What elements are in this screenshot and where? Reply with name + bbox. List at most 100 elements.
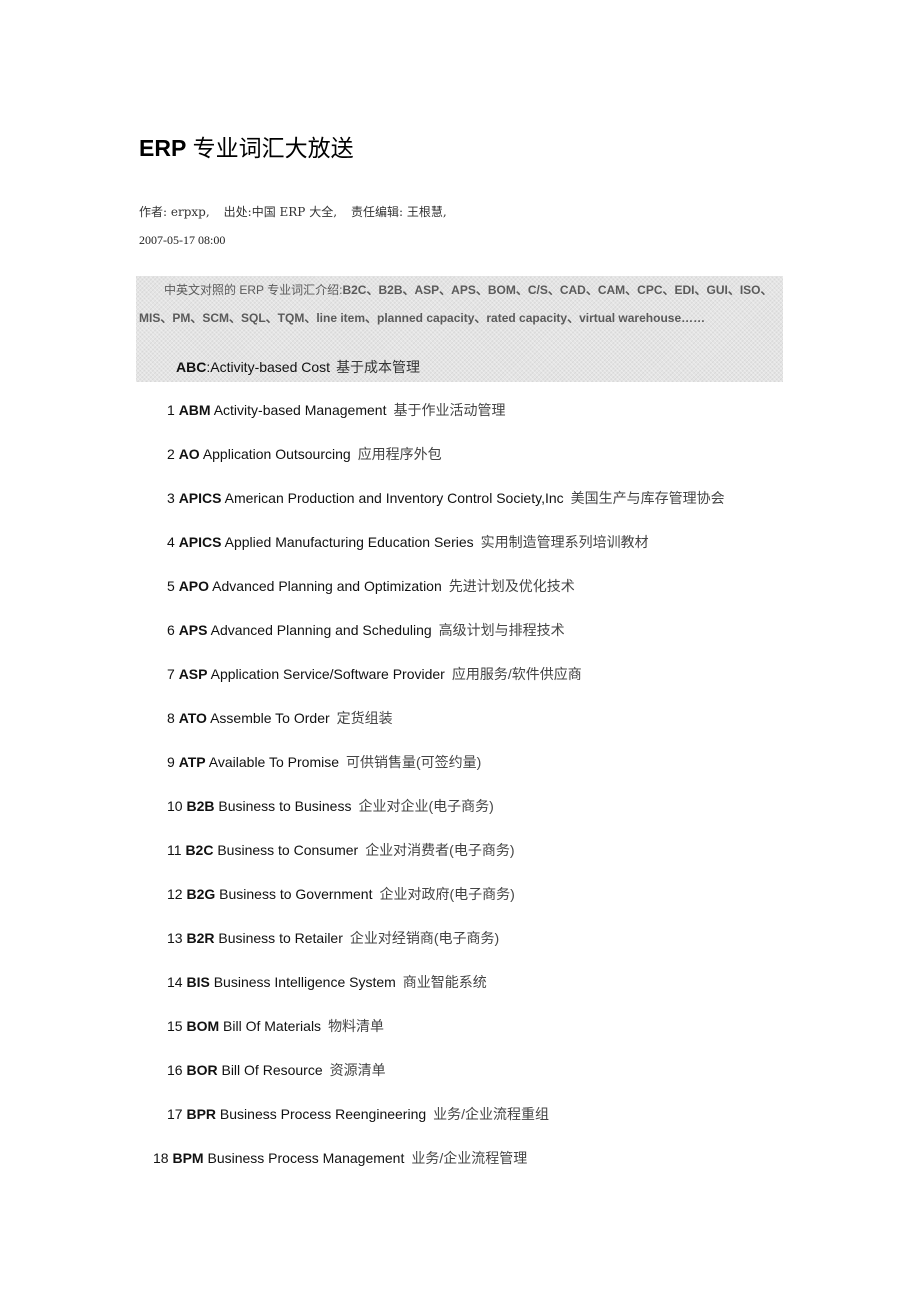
entry-abbr: B2R xyxy=(186,930,215,946)
glossary-entry: 4 APICS Applied Manufacturing Education … xyxy=(167,533,649,551)
entry-number: 4 xyxy=(167,534,175,550)
entry-abbr: ATP xyxy=(178,754,206,770)
glossary-entry: 11 B2C Business to Consumer 企业对消费者(电子商务) xyxy=(167,841,515,859)
entry-zh: 业务/企业流程管理 xyxy=(411,1150,528,1166)
entry-en: Bill Of Resource xyxy=(221,1062,323,1078)
entry-zh: 基于成本管理 xyxy=(336,359,421,375)
entry-number: 6 xyxy=(167,622,175,638)
entry-abbr: BIS xyxy=(186,974,210,990)
entry-zh: 应用程序外包 xyxy=(357,446,442,462)
glossary-entry: 18 BPM Business Process Management 业务/企业流… xyxy=(153,1149,527,1167)
entry-number: 2 xyxy=(167,446,175,462)
intro-lead: 中英文对照的 ERP 专业词汇介绍: xyxy=(164,283,343,297)
entry-zh: 企业对企业(电子商务) xyxy=(358,798,494,814)
entry-zh: 企业对政府(电子商务) xyxy=(379,886,515,902)
entry-en: Available To Promise xyxy=(208,754,339,770)
entry-abbr: ASP xyxy=(178,666,208,682)
entry-en: Applied Manufacturing Education Series xyxy=(224,534,474,550)
title-en: ERP xyxy=(139,135,187,161)
entry-abbr: APICS xyxy=(178,490,222,506)
entry-number: 7 xyxy=(167,666,175,682)
entry-number: 14 xyxy=(167,974,183,990)
entry-abbr: BPM xyxy=(172,1150,204,1166)
glossary-entry: 8 ATO Assemble To Order 定货组装 xyxy=(167,709,393,727)
entry-abbr: B2C xyxy=(185,842,214,858)
entry-zh: 商业智能系统 xyxy=(402,974,487,990)
entry-number: 10 xyxy=(167,798,183,814)
entry-en: Business Intelligence System xyxy=(213,974,396,990)
entry-zh: 企业对经销商(电子商务) xyxy=(349,930,500,946)
entry-en: Application Outsourcing xyxy=(202,446,351,462)
entry-en: Assemble To Order xyxy=(210,710,330,726)
glossary-entry: 15 BOM Bill Of Materials 物料清单 xyxy=(167,1017,384,1035)
entry-number: 9 xyxy=(167,754,175,770)
entry-abbr: AO xyxy=(178,446,200,462)
entry-zh: 美国生产与库存管理协会 xyxy=(570,490,725,506)
entry-abbr: B2G xyxy=(186,886,216,902)
meta-editor: 责任编辑: 王根慧, xyxy=(351,205,447,219)
entry-zh: 高级计划与排程技术 xyxy=(438,622,565,638)
entry-zh: 业务/企业流程重组 xyxy=(433,1106,550,1122)
glossary-entry: 5 APO Advanced Planning and Optimization… xyxy=(167,577,575,595)
intro-line-1: 中英文对照的 ERP 专业词汇介绍:B2C、B2B、ASP、APS、BOM、C/… xyxy=(164,281,773,298)
glossary-entry: 7 ASP Application Service/Software Provi… xyxy=(167,665,582,683)
article-meta: 作者: erpxp, 出处:中国 ERP 大全, 责任编辑: 王根慧, xyxy=(139,203,447,220)
entry-abbr: BOR xyxy=(186,1062,218,1078)
entry-number: 8 xyxy=(167,710,175,726)
entry-zh: 先进计划及优化技术 xyxy=(448,578,575,594)
entry-number: 11 xyxy=(167,842,182,858)
entry-en: Advanced Planning and Scheduling xyxy=(210,622,432,638)
entry-abbr: ABM xyxy=(178,402,211,418)
entry-zh: 资源清单 xyxy=(329,1062,386,1078)
glossary-entry: 9 ATP Available To Promise 可供销售量(可签约量) xyxy=(167,753,481,771)
article-date: 2007-05-17 08:00 xyxy=(139,233,226,247)
entry-abbr: APO xyxy=(178,578,210,594)
meta-source: 出处:中国 ERP 大全, xyxy=(223,205,338,219)
glossary-entry: 3 APICS American Production and Inventor… xyxy=(167,489,725,507)
entry-zh: 基于作业活动管理 xyxy=(393,402,506,418)
entry-number: 12 xyxy=(167,886,183,902)
glossary-entry: 12 B2G Business to Government 企业对政府(电子商务) xyxy=(167,885,515,903)
entry-abbr: APICS xyxy=(178,534,222,550)
entry-en: Advanced Planning and Optimization xyxy=(212,578,442,594)
glossary-entry: 14 BIS Business Intelligence System 商业智能系… xyxy=(167,973,487,991)
article-title: ERP 专业词汇大放送 xyxy=(139,133,354,163)
entry-number: 13 xyxy=(167,930,183,946)
entry-en: Business to Government xyxy=(219,886,373,902)
entry-abbr: BPR xyxy=(186,1106,217,1122)
entry-abbr: APS xyxy=(178,622,208,638)
glossary-entry: 13 B2R Business to Retailer 企业对经销商(电子商务) xyxy=(167,929,499,947)
entry-number: 3 xyxy=(167,490,175,506)
entry-number: 5 xyxy=(167,578,175,594)
title-zh: 专业词汇大放送 xyxy=(186,135,354,161)
entry-en: Business to Business xyxy=(218,798,352,814)
entry-zh: 可供销售量(可签约量) xyxy=(346,754,482,770)
entry-en: Business Process Management xyxy=(207,1150,405,1166)
entry-number: 17 xyxy=(167,1106,183,1122)
intro-terms-1: B2C、B2B、ASP、APS、BOM、C/S、CAD、CAM、CPC、EDI、… xyxy=(342,283,773,297)
glossary-entry: 10 B2B Business to Business 企业对企业(电子商务) xyxy=(167,797,494,815)
intro-terms-2: MIS、PM、SCM、SQL、TQM、line item、planned cap… xyxy=(139,311,706,325)
glossary-entry: 17 BPR Business Process Reengineering 业务/… xyxy=(167,1105,549,1123)
glossary-entry: 16 BOR Bill Of Resource 资源清单 xyxy=(167,1061,386,1079)
entry-zh: 应用服务/软件供应商 xyxy=(451,666,582,682)
intro-box: 中英文对照的 ERP 专业词汇介绍:B2C、B2B、ASP、APS、BOM、C/… xyxy=(136,276,783,382)
entry-number: 18 xyxy=(153,1150,169,1166)
entry-en: Application Service/Software Provider xyxy=(210,666,445,682)
glossary-entry: 2 AO Application Outsourcing 应用程序外包 xyxy=(167,445,442,463)
meta-author: 作者: erpxp, xyxy=(139,205,210,219)
entry-abbr: BOM xyxy=(186,1018,220,1034)
entry-en: Business to Retailer xyxy=(218,930,343,946)
entry-zh: 企业对消费者(电子商务) xyxy=(365,842,515,858)
entry-en: American Production and Inventory Contro… xyxy=(224,490,564,506)
glossary-entry: 1 ABM Activity-based Management 基于作业活动管理 xyxy=(167,401,505,419)
glossary-entry: 6 APS Advanced Planning and Scheduling 高级… xyxy=(167,621,565,639)
entry-abbr: ABC xyxy=(176,359,207,375)
entry-en: Activity-based Management xyxy=(213,402,387,418)
entry-en: Bill Of Materials xyxy=(223,1018,322,1034)
entry-number: 15 xyxy=(167,1018,183,1034)
entry-en: Business to Consumer xyxy=(217,842,359,858)
entry-abbr: ATO xyxy=(178,710,207,726)
entry-number: 1 xyxy=(167,402,175,418)
intro-line-2: MIS、PM、SCM、SQL、TQM、line item、planned cap… xyxy=(139,309,705,326)
